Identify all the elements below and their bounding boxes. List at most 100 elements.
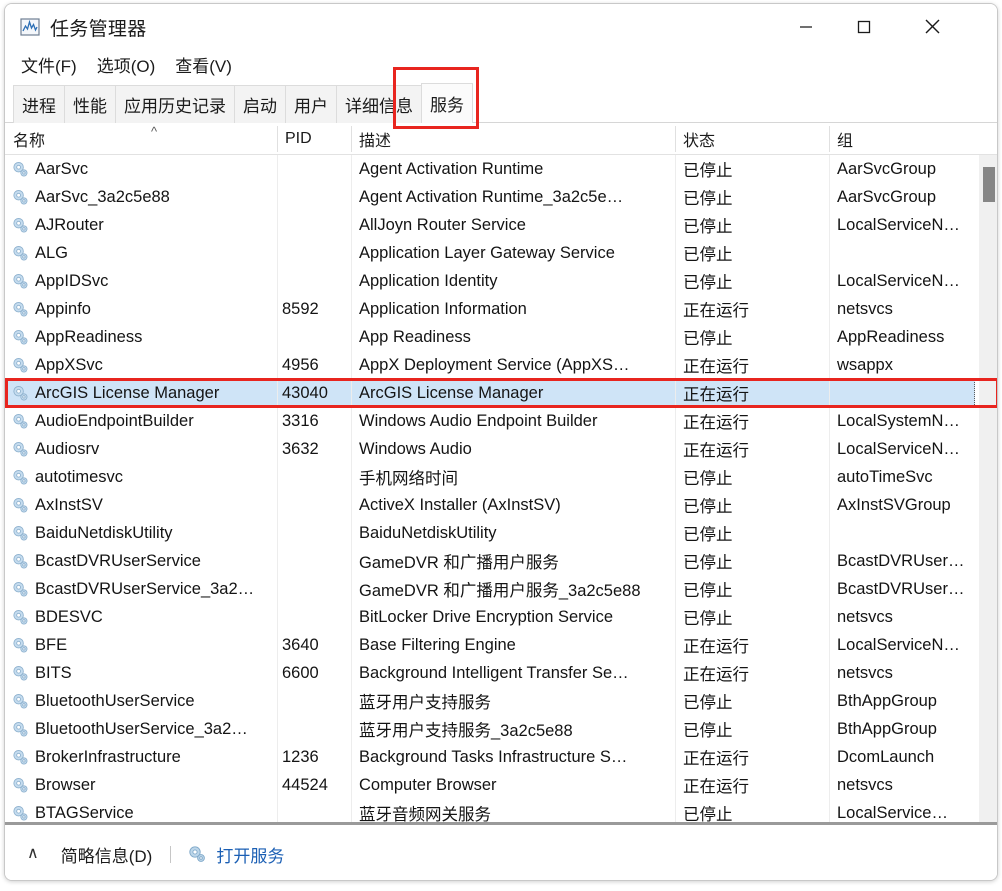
column-header-name[interactable]: 名称 ^ xyxy=(5,123,277,154)
cell-desc: Base Filtering Engine xyxy=(351,631,675,659)
table-row[interactable]: AppReadiness App Readiness 已停止 AppReadiness xyxy=(5,323,975,351)
cell-text: AarSvcGroup xyxy=(837,159,937,178)
service-gear-icon xyxy=(11,216,30,235)
table-row[interactable]: Browser 44524 Computer Browser 正在运行 netsvcs xyxy=(5,771,975,799)
table-row[interactable]: BcastDVRUserService_3a2… GameDVR 和广播用户服务_… xyxy=(5,575,975,603)
cell-pid xyxy=(277,519,351,547)
table-row[interactable]: BFE 3640 Base Filtering Engine 正在运行 LocalSer… xyxy=(5,631,975,659)
cell-status: 正在运行 xyxy=(675,351,829,379)
table-row[interactable]: AppXSvc 4956 AppX Deployment Service (AppX… xyxy=(5,351,975,379)
menu-item-0[interactable]: 文件(F) xyxy=(19,52,79,77)
close-button[interactable] xyxy=(903,4,961,49)
table-row[interactable]: AudioEndpointBuilder 3316 Windows Audio En… xyxy=(5,407,975,435)
cell-text: AppX Deployment Service (AppXS… xyxy=(359,355,630,374)
table-row[interactable]: Audiosrv 3632 Windows Audio 正在运行 LocalServic… xyxy=(5,435,975,463)
tab-5[interactable]: 详细信息 xyxy=(336,85,422,123)
window-title: 任务管理器 xyxy=(50,18,147,40)
cell-text: ArcGIS License Manager xyxy=(35,383,220,402)
brief-info-button[interactable]: 简略信息(D) xyxy=(61,842,153,867)
vertical-scrollbar[interactable] xyxy=(979,155,997,824)
cell-pid: 44524 xyxy=(277,771,351,799)
maximize-button[interactable] xyxy=(835,4,893,49)
cell-text: 正在运行 xyxy=(683,442,749,460)
cell-pid xyxy=(277,491,351,519)
table-row[interactable]: AarSvc_3a2c5e88 Agent Activation Runtime_… xyxy=(5,183,975,211)
table-row[interactable]: BcastDVRUserService GameDVR 和广播用户服务 已停止 Bca… xyxy=(5,547,975,575)
list-bottom-edge xyxy=(5,822,997,825)
service-gear-icon xyxy=(11,496,30,515)
cell-text: BDESVC xyxy=(35,607,103,626)
table-row[interactable]: Appinfo 8592 Application Information 正在运行 ne… xyxy=(5,295,975,323)
cell-pid xyxy=(277,547,351,575)
cell-group xyxy=(829,239,975,267)
column-separator[interactable] xyxy=(829,126,830,152)
table-row[interactable]: BITS 6600 Background Intelligent Transfer … xyxy=(5,659,975,687)
tab-0[interactable]: 进程 xyxy=(13,85,65,123)
table-row[interactable]: AxInstSV ActiveX Installer (AxInstSV) 已停止 A… xyxy=(5,491,975,519)
table-row[interactable]: ALG Application Layer Gateway Service 已停止 xyxy=(5,239,975,267)
service-gear-icon xyxy=(11,160,30,179)
tab-3[interactable]: 启动 xyxy=(234,85,286,123)
table-row[interactable]: BaiduNetdiskUtility BaiduNetdiskUtility 已停… xyxy=(5,519,975,547)
column-header-group[interactable]: 组 xyxy=(829,123,975,154)
cell-text: BthAppGroup xyxy=(837,719,937,738)
column-header-pid[interactable]: PID xyxy=(277,123,351,154)
table-row[interactable]: BluetoothUserService_3a2… 蓝牙用户支持服务_3a2c5e… xyxy=(5,715,975,743)
cell-text: netsvcs xyxy=(837,663,893,682)
table-row[interactable]: AJRouter AllJoyn Router Service 已停止 LocalSe… xyxy=(5,211,975,239)
collapse-chevron-up-icon[interactable]: ∧ xyxy=(27,846,39,862)
cell-text: Agent Activation Runtime xyxy=(359,159,544,178)
service-gear-icon xyxy=(11,300,30,319)
tab-1[interactable]: 性能 xyxy=(64,85,116,123)
cell-text: AarSvcGroup xyxy=(837,187,937,206)
column-separator[interactable] xyxy=(277,126,278,152)
cell-group: LocalSystemN… xyxy=(829,407,975,435)
cell-text: LocalServiceN… xyxy=(837,439,960,458)
open-services-link[interactable]: 打开服务 xyxy=(216,842,284,867)
cell-text: 8592 xyxy=(282,299,319,318)
cell-text: 已停止 xyxy=(683,694,733,712)
cell-desc: Application Information xyxy=(351,295,675,323)
table-row[interactable]: BrokerInfrastructure 1236 Background Tasks… xyxy=(5,743,975,771)
minimize-button[interactable] xyxy=(777,4,835,49)
cell-name: AarSvc xyxy=(5,155,277,183)
table-row[interactable]: ArcGIS License Manager 43040 ArcGIS Licens… xyxy=(5,379,975,407)
cell-text: autotimesvc xyxy=(35,467,124,486)
cell-text: BthAppGroup xyxy=(837,691,937,710)
column-separator[interactable] xyxy=(351,126,352,152)
column-header-desc[interactable]: 描述 xyxy=(351,123,675,154)
cell-status: 已停止 xyxy=(675,183,829,211)
cell-text: LocalSystemN… xyxy=(837,411,960,430)
table-row[interactable]: AppIDSvc Application Identity 已停止 LocalServ… xyxy=(5,267,975,295)
cell-pid xyxy=(277,323,351,351)
cell-pid xyxy=(277,211,351,239)
cell-desc: BaiduNetdiskUtility xyxy=(351,519,675,547)
cell-text: 已停止 xyxy=(683,722,733,740)
column-header-status[interactable]: 状态 xyxy=(675,123,829,154)
menu-item-2[interactable]: 查看(V) xyxy=(173,52,234,77)
cell-status: 已停止 xyxy=(675,463,829,491)
cell-name: BcastDVRUserService_3a2… xyxy=(5,575,277,603)
column-separator[interactable] xyxy=(675,126,676,152)
scrollbar-thumb[interactable] xyxy=(983,167,995,202)
tab-2[interactable]: 应用历史记录 xyxy=(115,85,235,123)
table-row[interactable]: BTAGService 蓝牙音频网关服务 已停止 LocalService… xyxy=(5,799,975,824)
cell-name: BaiduNetdiskUtility xyxy=(5,519,277,547)
cell-group: AarSvcGroup xyxy=(829,183,975,211)
table-row[interactable]: autotimesvc 手机网络时间 已停止 autoTimeSvc xyxy=(5,463,975,491)
cell-group: AppReadiness xyxy=(829,323,975,351)
cell-text: Windows Audio Endpoint Builder xyxy=(359,411,598,430)
table-row[interactable]: AarSvc Agent Activation Runtime 已停止 AarSvcG… xyxy=(5,155,975,183)
cell-text: Appinfo xyxy=(35,299,91,318)
table-row[interactable]: BluetoothUserService 蓝牙用户支持服务 已停止 BthAppGro… xyxy=(5,687,975,715)
cell-text: 已停止 xyxy=(683,582,733,600)
task-manager-chart-icon xyxy=(20,17,40,37)
tab-4[interactable]: 用户 xyxy=(285,85,337,123)
tab-6[interactable]: 服务 xyxy=(421,83,473,123)
cell-status: 已停止 xyxy=(675,799,829,824)
menu-item-1[interactable]: 选项(O) xyxy=(95,52,158,77)
table-row[interactable]: BDESVC BitLocker Drive Encryption Service… xyxy=(5,603,975,631)
cell-text: 正在运行 xyxy=(683,386,749,404)
cell-status: 正在运行 xyxy=(675,771,829,799)
cell-name: Audiosrv xyxy=(5,435,277,463)
